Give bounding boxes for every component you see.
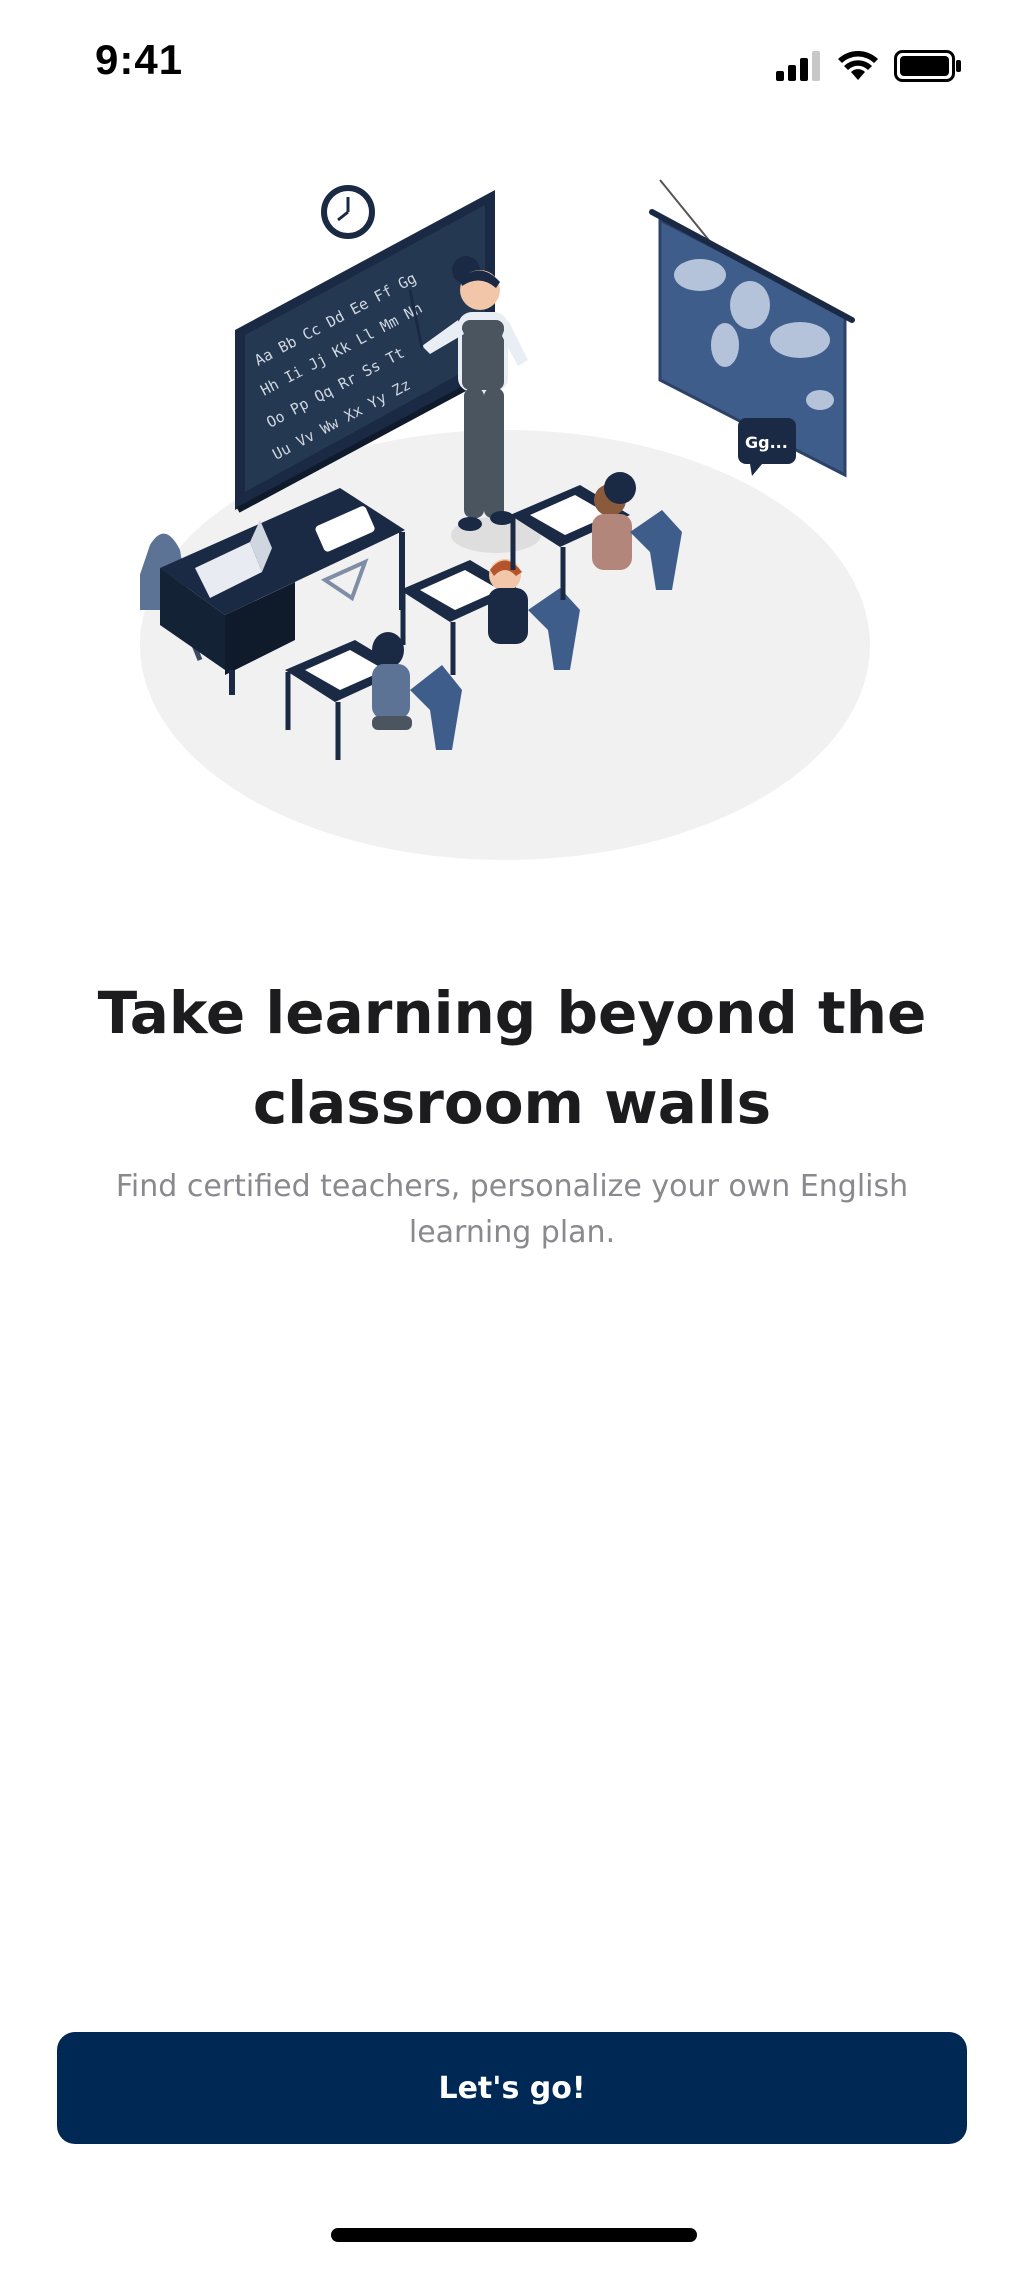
wifi-icon [838, 51, 878, 80]
status-icons [776, 46, 962, 86]
onboarding-title: Take learning beyond the classroom walls [97, 979, 927, 1137]
clock-icon [321, 185, 375, 239]
classroom-illustration: Aa Bb Cc Dd Ee Ff Gg Hh Ii Jj Kk Ll Mm N… [140, 179, 870, 860]
lets-go-button-label: Let's go! [438, 2070, 586, 2106]
battery-icon [894, 50, 961, 82]
signal-icon [776, 51, 820, 81]
status-bar: 9:41 [0, 0, 1024, 130]
home-indicator[interactable] [331, 2228, 697, 2242]
speech-bubble: Gg... [738, 418, 796, 476]
lets-go-button[interactable]: Let's go! [57, 2032, 967, 2144]
speech-bubble-text: Gg... [745, 433, 788, 452]
status-time: 9:41 [95, 36, 184, 83]
onboarding-subtitle: Find certified teachers, personalize you… [115, 1169, 909, 1250]
